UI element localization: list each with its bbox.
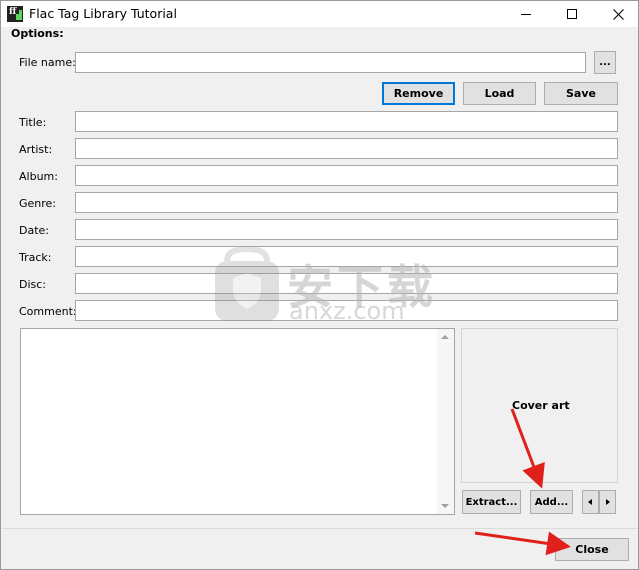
scroll-up-icon bbox=[441, 335, 449, 339]
title-bar: ff Flac Tag Library Tutorial bbox=[1, 1, 638, 27]
chevron-right-icon bbox=[606, 499, 610, 505]
close-arrow bbox=[474, 531, 571, 556]
date-field[interactable] bbox=[75, 219, 618, 240]
close-icon bbox=[612, 8, 624, 20]
artist-label: Artist: bbox=[19, 143, 53, 156]
watermark-subtext: anxz.com bbox=[289, 297, 405, 325]
text-memo[interactable] bbox=[20, 328, 455, 515]
footer-divider bbox=[2, 528, 638, 529]
previous-cover-button[interactable] bbox=[582, 490, 599, 514]
disc-label: Disc: bbox=[19, 278, 47, 291]
file-name-label: File name: bbox=[19, 56, 76, 69]
genre-field[interactable] bbox=[75, 192, 618, 213]
close-button[interactable]: Close bbox=[555, 538, 629, 561]
window-title: Flac Tag Library Tutorial bbox=[29, 6, 177, 21]
app-icon: ff bbox=[7, 6, 23, 22]
load-button[interactable]: Load bbox=[463, 82, 536, 105]
maximize-button[interactable] bbox=[549, 1, 595, 27]
close-window-button[interactable] bbox=[595, 1, 639, 27]
add-button[interactable]: Add... bbox=[530, 490, 573, 514]
title-field[interactable] bbox=[75, 111, 618, 132]
watermark-bag-icon bbox=[215, 247, 279, 321]
file-name-field[interactable] bbox=[75, 52, 586, 73]
chevron-left-icon bbox=[588, 499, 592, 505]
minimize-button[interactable] bbox=[503, 1, 549, 27]
next-cover-button[interactable] bbox=[599, 490, 616, 514]
title-label: Title: bbox=[19, 116, 47, 129]
date-label: Date: bbox=[19, 224, 49, 237]
comment-label: Comment: bbox=[19, 305, 77, 318]
genre-label: Genre: bbox=[19, 197, 57, 210]
maximize-icon bbox=[567, 9, 577, 19]
minimize-icon bbox=[521, 13, 531, 15]
main-window: ff Flac Tag Library Tutorial Options: Fi… bbox=[0, 0, 639, 570]
browse-button[interactable]: ... bbox=[594, 51, 616, 74]
options-heading: Options: bbox=[11, 27, 64, 40]
scroll-down-icon bbox=[441, 504, 449, 508]
cover-art-label: Cover art bbox=[512, 399, 570, 412]
track-label: Track: bbox=[19, 251, 52, 264]
extract-button[interactable]: Extract... bbox=[462, 490, 521, 514]
memo-scrollbar[interactable] bbox=[437, 329, 454, 514]
album-label: Album: bbox=[19, 170, 58, 183]
save-button[interactable]: Save bbox=[544, 82, 618, 105]
album-field[interactable] bbox=[75, 165, 618, 186]
remove-button[interactable]: Remove bbox=[382, 82, 455, 105]
artist-field[interactable] bbox=[75, 138, 618, 159]
